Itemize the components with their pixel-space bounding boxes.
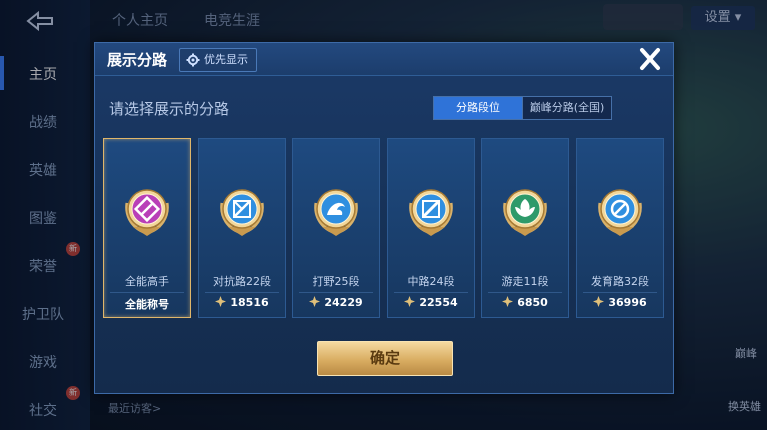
priority-display-button[interactable]: 优先显示	[179, 48, 257, 72]
gear-icon	[186, 53, 200, 67]
combat-power: 6850	[482, 296, 568, 312]
mid-lane-icon	[409, 189, 453, 236]
clash-lane-icon	[220, 189, 264, 236]
card-divider	[394, 292, 468, 293]
card-divider	[583, 292, 657, 293]
confirm-button[interactable]: 确定	[317, 341, 453, 376]
lane-rank-label: 对抗路22段	[213, 275, 271, 288]
combat-power-value: 22554	[419, 296, 458, 309]
lane-card[interactable]: 中路24段 22554	[387, 138, 475, 318]
tab-peak-lane-national[interactable]: 巅峰分路(全国)	[522, 96, 612, 120]
combat-power-value: 18516	[230, 296, 269, 309]
combat-power-value: 24229	[324, 296, 363, 309]
power-icon	[215, 296, 227, 307]
card-divider	[488, 292, 562, 293]
dialog-title: 展示分路	[107, 51, 168, 69]
lane-rank-label: 发育路32段	[591, 275, 649, 288]
combat-power: 24229	[293, 296, 379, 312]
omni-icon	[125, 189, 169, 236]
combat-power: 18516	[199, 296, 285, 312]
lane-card[interactable]: 发育路32段 36996	[576, 138, 664, 318]
card-divider	[205, 292, 279, 293]
jungle-icon	[314, 189, 358, 236]
combat-power-value: 36996	[608, 296, 647, 309]
farm-lane-icon	[598, 189, 642, 236]
tab-lane-rank[interactable]: 分路段位	[433, 96, 523, 120]
display-lane-dialog: 展示分路 优先显示 请选择展示的分路 分路段位 巅峰分路(全国) 全能高手全能称…	[94, 42, 674, 394]
roam-icon	[503, 189, 547, 236]
lane-rank-label: 全能高手	[125, 275, 169, 288]
power-icon	[309, 296, 321, 307]
title-tag-label: 全能称号	[125, 298, 169, 311]
lane-card[interactable]: 游走11段 6850	[481, 138, 569, 318]
lane-card[interactable]: 对抗路22段 18516	[198, 138, 286, 318]
dialog-header: 展示分路 优先显示	[95, 43, 673, 76]
lane-card[interactable]: 打野25段 24229	[292, 138, 380, 318]
power-icon	[404, 296, 416, 307]
lane-card[interactable]: 全能高手 全能称号	[103, 138, 191, 318]
lane-rank-label: 中路24段	[407, 275, 455, 288]
combat-power: 36996	[577, 296, 663, 312]
power-icon	[502, 296, 514, 307]
dialog-subtitle: 请选择展示的分路	[109, 100, 230, 118]
priority-display-label: 优先显示	[204, 53, 248, 66]
combat-power: 22554	[388, 296, 474, 312]
combat-power-value: 6850	[517, 296, 548, 309]
lane-rank-label: 打野25段	[312, 275, 360, 288]
card-divider	[110, 292, 184, 293]
power-icon	[593, 296, 605, 307]
lane-rank-label: 游走11段	[501, 275, 549, 288]
close-icon[interactable]	[635, 45, 665, 73]
card-divider	[299, 292, 373, 293]
